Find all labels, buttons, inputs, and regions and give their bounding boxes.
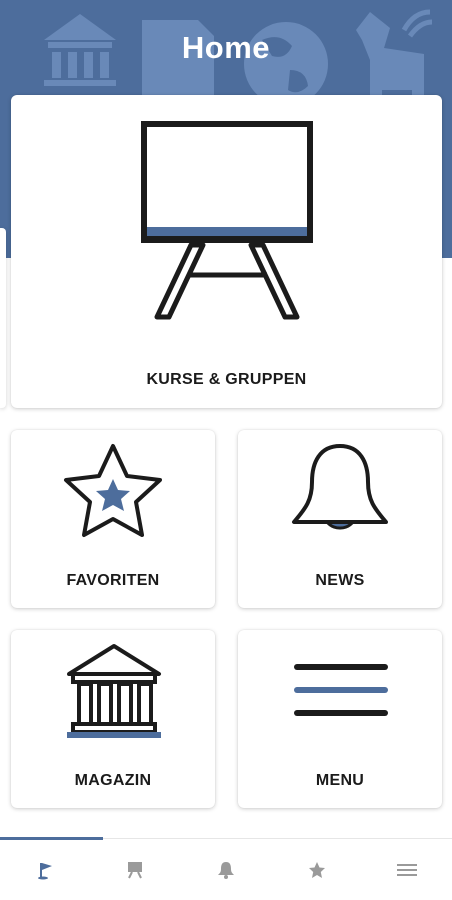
- nav-tab-menu[interactable]: [362, 839, 452, 900]
- easel-icon: [141, 121, 313, 320]
- nav-tab-home[interactable]: [0, 839, 90, 900]
- page-title: Home: [181, 30, 271, 65]
- nav-tab-news[interactable]: [181, 839, 271, 900]
- tile-menu[interactable]: MENU: [238, 630, 442, 808]
- tile-label: FAVORITEN: [66, 572, 160, 589]
- menu-icon: [397, 864, 417, 876]
- nav-tab-courses[interactable]: [90, 839, 180, 900]
- star-icon: [309, 862, 325, 878]
- tile-label: NEWS: [315, 572, 365, 589]
- easel-icon: [128, 862, 142, 879]
- flag-icon: [38, 863, 52, 880]
- nav-tab-favorites[interactable]: [272, 839, 362, 900]
- tile-label: KURSE & GRUPPEN: [146, 371, 307, 388]
- tile-news[interactable]: NEWS: [238, 430, 442, 608]
- tile-favorites[interactable]: FAVORITEN: [11, 430, 215, 608]
- tile-courses-groups[interactable]: KURSE & GRUPPEN: [11, 95, 442, 408]
- bell-icon: [218, 862, 234, 879]
- carousel-peek-card[interactable]: [0, 228, 6, 408]
- hamburger-icon: [294, 664, 388, 716]
- tile-magazine[interactable]: MAGAZIN: [11, 630, 215, 808]
- bell-icon: [292, 444, 388, 530]
- tile-label: MAGAZIN: [74, 772, 152, 789]
- star-icon: [64, 444, 162, 537]
- bank-icon: [67, 644, 161, 738]
- tile-label: MENU: [315, 772, 365, 789]
- bottom-navigation: [0, 837, 452, 900]
